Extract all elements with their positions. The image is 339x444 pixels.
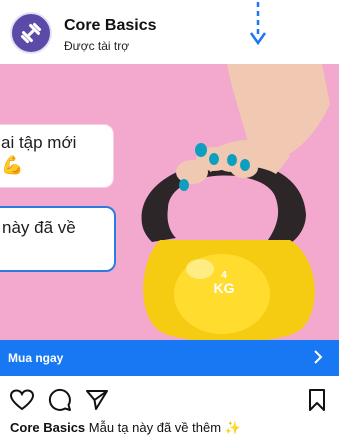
- kettlebell-illustration: 4 KG: [141, 64, 330, 340]
- save-button[interactable]: [304, 386, 330, 414]
- caption-text: Mẫu tạ này đã về thêm ✨: [88, 420, 241, 435]
- like-button[interactable]: [9, 386, 35, 414]
- chat-bubble-1: ai tập mới 💪: [0, 124, 114, 188]
- arrow-down-icon: [249, 2, 267, 46]
- shop-now-button[interactable]: Mua ngay: [0, 340, 339, 376]
- caption-author[interactable]: Core Basics: [10, 420, 85, 435]
- share-icon: [86, 390, 108, 410]
- chevron-right-icon: [313, 349, 323, 370]
- sponsored-post: Core Basics Được tài trợ 4 KG ai tập mới…: [0, 0, 339, 444]
- comment-button[interactable]: [47, 386, 73, 414]
- chat-bubble-2-text: này đã về: [2, 218, 76, 237]
- kettlebell-unit: KG: [214, 280, 235, 296]
- post-caption: Core Basics Mẫu tạ này đã về thêm ✨: [10, 420, 241, 436]
- post-image[interactable]: 4 KG ai tập mới 💪 này đã về: [0, 64, 339, 340]
- chat-bubble-2: này đã về: [0, 206, 116, 272]
- shop-now-label: Mua ngay: [8, 351, 64, 365]
- bookmark-icon: [309, 389, 325, 411]
- flex-emoji: 💪: [1, 155, 24, 175]
- heart-icon: [10, 389, 34, 411]
- dumbbell-icon: [20, 22, 42, 44]
- chat-bubble-1-text: ai tập mới: [1, 133, 77, 152]
- post-actions: [0, 386, 339, 416]
- post-menu-button[interactable]: [246, 0, 270, 50]
- brand-avatar[interactable]: [10, 12, 52, 54]
- share-button[interactable]: [84, 386, 110, 414]
- brand-name[interactable]: Core Basics: [64, 17, 157, 35]
- post-header: Core Basics Được tài trợ: [0, 0, 339, 64]
- comment-icon: [48, 388, 71, 411]
- sponsored-label: Được tài trợ: [64, 39, 130, 53]
